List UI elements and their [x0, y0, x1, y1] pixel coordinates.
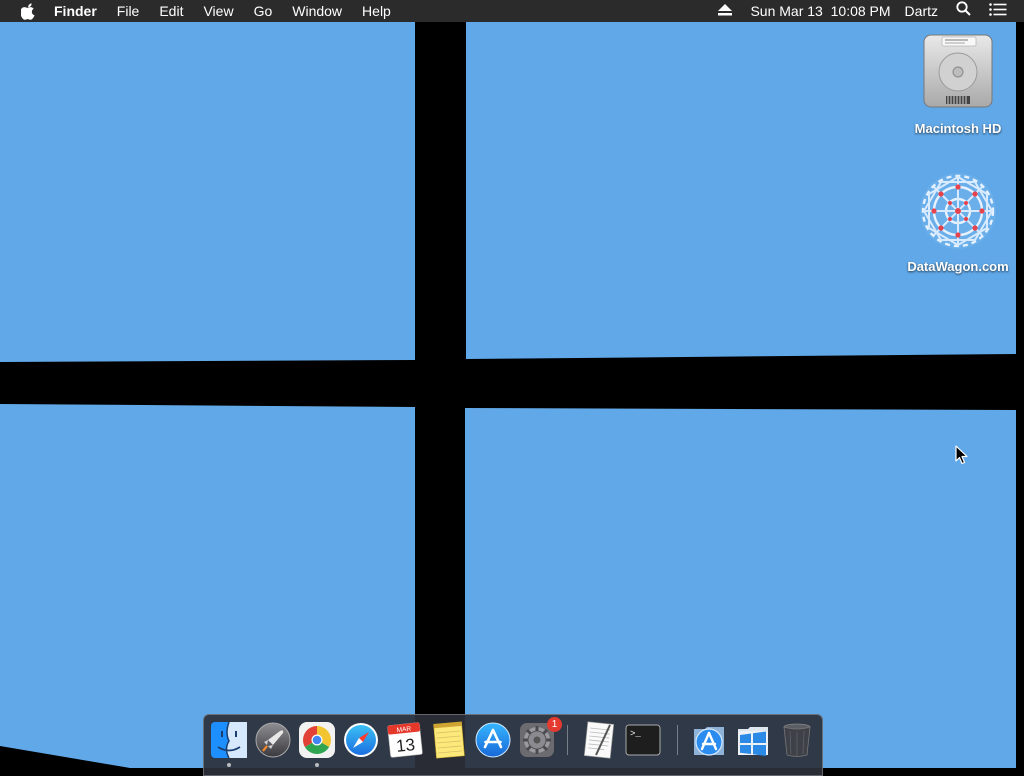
calendar-icon: MAR 13	[387, 722, 423, 758]
hard-drive-icon	[923, 34, 993, 108]
menu-clock[interactable]: Sun Mar 13 10:08 PM	[745, 0, 895, 22]
datawagon-logo-icon	[920, 173, 996, 249]
wallpaper	[0, 22, 1024, 768]
menu-file[interactable]: File	[107, 0, 150, 22]
dock-item-calendar[interactable]: MAR 13	[386, 721, 424, 759]
finder-icon	[211, 721, 247, 759]
dock-item-textedit[interactable]	[580, 721, 618, 759]
menu-finder[interactable]: Finder	[44, 0, 107, 22]
windows-logo-icon	[738, 727, 768, 756]
desktop-icon-label: DataWagon.com	[907, 259, 1009, 274]
safari-icon	[344, 723, 378, 757]
notification-center-icon[interactable]	[984, 0, 1012, 22]
dock-item-windows[interactable]	[734, 721, 772, 759]
terminal-prompt: >_	[630, 729, 641, 739]
running-indicator	[315, 763, 319, 767]
dock-item-finder[interactable]	[210, 721, 248, 759]
launchpad-icon	[255, 722, 291, 758]
spotlight-search-icon[interactable]	[951, 0, 976, 22]
menu-bar: Finder File Edit View Go Window Help Sun…	[0, 0, 1024, 22]
terminal-icon: >_	[625, 724, 661, 756]
menu-bar-left: Finder File Edit View Go Window Help	[0, 0, 401, 22]
mouse-cursor-icon	[955, 445, 968, 465]
menu-window[interactable]: Window	[282, 0, 352, 22]
notes-icon	[433, 721, 465, 759]
applications-folder-icon	[694, 727, 724, 756]
app-store-icon	[475, 722, 511, 758]
dock-item-safari[interactable]	[342, 721, 380, 759]
chrome-icon	[299, 722, 335, 758]
desktop-icon-datawagon[interactable]: DataWagon.com	[903, 168, 1013, 274]
menu-view[interactable]: View	[193, 0, 243, 22]
dock-item-chrome[interactable]	[298, 721, 336, 759]
menu-help[interactable]: Help	[352, 0, 401, 22]
dock: MAR 13 1 >_	[203, 714, 823, 776]
notification-badge: 1	[547, 717, 562, 732]
calendar-day: 13	[395, 735, 416, 756]
menu-bar-right: Sun Mar 13 10:08 PM Dartz	[713, 0, 1024, 22]
dock-item-notes[interactable]	[430, 721, 468, 759]
dock-item-launchpad[interactable]	[254, 721, 292, 759]
dock-item-applications[interactable]	[690, 721, 728, 759]
trash-icon	[783, 723, 811, 757]
wallpaper-pane-top-left	[0, 22, 415, 362]
dock-item-trash[interactable]	[778, 721, 816, 759]
dock-item-terminal[interactable]: >_	[624, 721, 662, 759]
dock-item-system-preferences[interactable]: 1	[518, 717, 562, 759]
dock-separator	[567, 725, 568, 755]
menu-go[interactable]: Go	[244, 0, 283, 22]
textedit-icon	[583, 721, 615, 759]
dock-separator	[677, 725, 678, 755]
dock-item-app-store[interactable]	[474, 721, 512, 759]
desktop[interactable]: Macintosh HD DataWagon.com	[0, 22, 1024, 768]
menu-user[interactable]: Dartz	[900, 0, 943, 22]
desktop-icon-macintosh-hd[interactable]: Macintosh HD	[903, 32, 1013, 136]
eject-icon[interactable]	[713, 0, 737, 22]
running-indicator	[227, 763, 231, 767]
desktop-icon-label: Macintosh HD	[914, 121, 1002, 136]
menu-edit[interactable]: Edit	[149, 0, 193, 22]
apple-icon[interactable]	[17, 0, 39, 22]
